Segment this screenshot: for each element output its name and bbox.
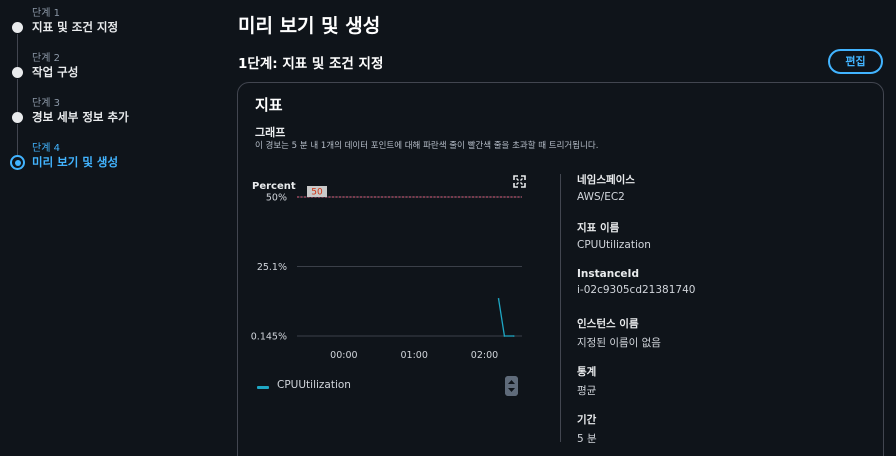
step-number: 단계 3 (32, 98, 60, 109)
step-number: 단계 2 (32, 53, 60, 64)
card-title: 지표 (255, 96, 283, 114)
y-tick-label: 0.145% (251, 332, 287, 343)
detail-key: 네임스페이스 (577, 174, 635, 186)
graph-description: 이 경보는 5 분 내 1개의 데이터 포인트에 대해 파란색 줄이 빨간색 줄… (255, 141, 599, 151)
y-tick-label: 50% (266, 193, 287, 204)
detail-key: 인스턴스 이름 (577, 318, 639, 330)
detail-value: 5 분 (577, 433, 597, 445)
page-title: 미리 보기 및 생성 (238, 15, 381, 37)
detail-key: 지표 이름 (577, 222, 620, 234)
detail-key: 기간 (577, 414, 597, 426)
detail-namespace: 네임스페이스 AWS/EC2 (577, 172, 635, 203)
detail-instance-name: 인스턴스 이름 지정된 이름이 없음 (577, 316, 661, 350)
series-point (512, 335, 515, 337)
step-label: 경보 세부 정보 추가 (32, 110, 129, 124)
wizard-step-1[interactable]: 단계 1 지표 및 조건 지정 (0, 0, 210, 40)
series-point (497, 297, 500, 300)
wizard-step-4: 단계 4 미리 보기 및 생성 (0, 135, 210, 175)
detail-value: 지정된 이름이 없음 (577, 337, 661, 349)
wizard-step-2[interactable]: 단계 2 작업 구성 (0, 45, 210, 85)
detail-instance-id: InstanceId i-02c9305cd21381740 (577, 268, 695, 296)
step-indicator-icon (12, 22, 23, 33)
detail-value: 평균 (577, 385, 597, 397)
step-number: 단계 4 (32, 143, 60, 154)
detail-value: AWS/EC2 (577, 191, 625, 203)
expand-icon[interactable] (513, 175, 526, 188)
x-tick-label: 01:00 (400, 350, 427, 361)
y-axis-label: Percent (252, 181, 296, 192)
series-point (503, 335, 506, 337)
step-indicator-icon (12, 112, 23, 123)
graph-title: 그래프 (255, 126, 286, 139)
edit-button[interactable]: 편집 (828, 49, 883, 74)
step-number: 단계 1 (32, 8, 60, 19)
legend-scroll-icon[interactable] (505, 376, 518, 396)
detail-key: 통계 (577, 366, 597, 378)
x-tick-label: 02:00 (471, 350, 498, 361)
detail-value: CPUUtilization (577, 239, 651, 251)
threshold-label: 50 (311, 188, 323, 198)
detail-value: i-02c9305cd21381740 (577, 284, 696, 296)
detail-metric-name: 지표 이름 CPUUtilization (577, 220, 651, 251)
step-current-indicator-icon (10, 155, 25, 170)
wizard-steps: 단계 1 지표 및 조건 지정 단계 2 작업 구성 단계 3 경보 세부 정보… (0, 0, 210, 456)
step-label: 작업 구성 (32, 65, 79, 79)
x-tick-label: 00:00 (330, 350, 357, 361)
detail-statistic: 통계 평균 (577, 364, 596, 398)
step-label: 미리 보기 및 생성 (32, 155, 119, 169)
detail-period: 기간 5 분 (577, 412, 597, 446)
metric-chart: Percent50% 25.1% 0.145% 00:00 01:00 02:00 50 (251, 181, 522, 361)
step-label: 지표 및 조건 지정 (32, 20, 119, 34)
y-tick-label: 25.1% (257, 262, 287, 273)
wizard-step-3[interactable]: 단계 3 경보 세부 정보 추가 (0, 90, 210, 130)
legend-series-name: CPUUtilization (277, 379, 351, 391)
section-title: 1단계: 지표 및 조건 지정 (238, 56, 384, 72)
card-divider (560, 174, 561, 442)
detail-key: InstanceId (577, 268, 639, 280)
step-indicator-icon (12, 67, 23, 78)
series-line-cpuutilization (497, 298, 514, 337)
legend-swatch (257, 386, 269, 389)
